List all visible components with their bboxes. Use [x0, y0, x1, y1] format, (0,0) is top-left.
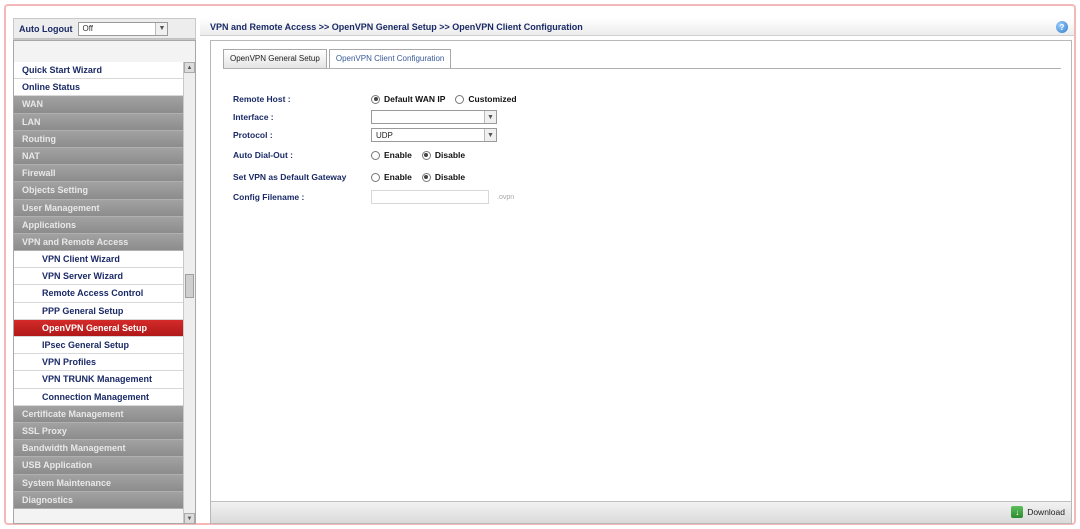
autologout-row: Auto Logout Off ▼: [14, 19, 195, 39]
remote-host-default-radio[interactable]: [371, 94, 380, 104]
autologout-label: Auto Logout: [19, 23, 73, 34]
config-filename-label: Config Filename :: [233, 192, 305, 202]
breadcrumb: VPN and Remote Access >> OpenVPN General…: [210, 22, 583, 32]
sidebar-item-nat[interactable]: NAT: [14, 147, 184, 166]
sidebar-item-firewall[interactable]: Firewall: [14, 165, 184, 183]
remote-host-customized-label: Customized: [468, 94, 517, 104]
gateway-enable-radio[interactable]: [371, 172, 380, 182]
config-filename-control: .ovpn: [371, 190, 514, 204]
remote-host-customized-radio[interactable]: [455, 94, 465, 104]
help-icon[interactable]: ?: [1056, 21, 1068, 33]
chevron-down-icon[interactable]: ▼: [155, 22, 168, 35]
sidebar-item-ppp-general-setup[interactable]: PPP General Setup: [14, 302, 184, 320]
sidebar: Quick Start Wizard Online Status WAN LAN Rou…: [13, 40, 196, 524]
sidebar-item-ipsec-general-setup[interactable]: IPsec General Setup: [14, 337, 184, 355]
sidebar-item-lan[interactable]: LAN: [14, 113, 184, 131]
sidebar-item-vpn-server-wizard[interactable]: VPN Server Wizard: [14, 268, 184, 286]
auto-dial-out-options: Enable Disable: [371, 150, 471, 160]
autologout-value: Off: [82, 24, 94, 33]
sidebar-item-online-status[interactable]: Online Status: [14, 79, 184, 97]
auto-dial-disable-label: Disable: [434, 150, 466, 160]
auto-dial-out-label: Auto Dial-Out :: [233, 150, 293, 160]
sidebar-scrollbar[interactable]: ▲ ▼: [183, 62, 195, 523]
sidebar-item-system-maintenance[interactable]: System Maintenance: [14, 474, 184, 492]
config-filename-input[interactable]: [371, 190, 489, 204]
protocol-label: Protocol :: [233, 130, 273, 140]
sidebar-item-vpn-profiles[interactable]: VPN Profiles: [14, 354, 184, 372]
breadcrumb-bar: VPN and Remote Access >> OpenVPN General…: [200, 18, 1074, 36]
gateway-disable-radio[interactable]: [421, 172, 431, 182]
sidebar-item-connection-management[interactable]: Connection Management: [14, 388, 184, 406]
auto-dial-enable-radio[interactable]: [371, 150, 380, 160]
tab-bar: OpenVPN General Setup OpenVPN Client Con…: [223, 49, 452, 69]
protocol-value: UDP: [376, 130, 393, 140]
interface-control: ▼: [371, 110, 497, 124]
interface-label: Interface :: [233, 112, 274, 122]
sidebar-item-diagnostics[interactable]: Diagnostics: [14, 491, 184, 509]
sidebar-item-usb-application[interactable]: USB Application: [14, 457, 184, 475]
auto-dial-disable-radio[interactable]: [421, 150, 431, 160]
scroll-thumb[interactable]: [185, 274, 194, 298]
default-gateway-options: Enable Disable: [371, 172, 471, 182]
sidebar-item-bandwidth-management[interactable]: Bandwidth Management: [14, 440, 184, 458]
sidebar-item-wan[interactable]: WAN: [14, 96, 184, 114]
gateway-enable-label: Enable: [384, 172, 412, 182]
tab-openvpn-client-configuration[interactable]: OpenVPN Client Configuration: [328, 49, 452, 69]
protocol-control: UDP ▼: [371, 128, 497, 142]
chevron-down-icon[interactable]: ▼: [484, 111, 496, 123]
remote-host-label: Remote Host :: [233, 94, 291, 104]
main-panel: OpenVPN General Setup OpenVPN Client Con…: [210, 40, 1072, 524]
sidebar-item-routing[interactable]: Routing: [14, 130, 184, 148]
sidebar-item-objects-setting[interactable]: Objects Setting: [14, 182, 184, 200]
download-label: Download: [1027, 507, 1065, 517]
download-icon: ↓: [1011, 506, 1024, 518]
download-button[interactable]: ↓ Download: [1011, 506, 1065, 518]
sidebar-item-remote-access-control[interactable]: Remote Access Control: [14, 285, 184, 303]
scroll-up-icon[interactable]: ▲: [184, 62, 195, 73]
sidebar-item-certificate-management[interactable]: Certificate Management: [14, 405, 184, 423]
sidebar-item-vpn-client-wizard[interactable]: VPN Client Wizard: [14, 251, 184, 269]
footer-bar: ↓ Download: [211, 501, 1071, 523]
remote-host-options: Default WAN IP Customized: [371, 94, 523, 104]
default-gateway-label: Set VPN as Default Gateway: [233, 172, 347, 182]
sidebar-item-applications[interactable]: Applications: [14, 216, 184, 234]
gateway-disable-label: Disable: [434, 172, 466, 182]
tab-divider: [223, 68, 1061, 69]
remote-host-default-label: Default WAN IP: [384, 94, 446, 104]
autologout-bar: Auto Logout Off ▼: [13, 18, 196, 40]
sidebar-item-user-management[interactable]: User Management: [14, 199, 184, 217]
sidebar-item-vpn-and-remote-access[interactable]: VPN and Remote Access: [14, 233, 184, 252]
sidebar-item-quick-start-wizard[interactable]: Quick Start Wizard: [14, 62, 184, 80]
scroll-down-icon[interactable]: ▼: [184, 513, 195, 523]
sidebar-item-openvpn-general-setup[interactable]: OpenVPN General Setup: [14, 319, 184, 337]
sidebar-item-vpn-trunk-management[interactable]: VPN TRUNK Management: [14, 371, 184, 389]
auto-dial-enable-label: Enable: [384, 150, 412, 160]
sidebar-item-ssl-proxy[interactable]: SSL Proxy: [14, 422, 184, 441]
autologout-select[interactable]: Off ▼: [78, 21, 169, 36]
interface-select[interactable]: ▼: [371, 110, 497, 124]
config-filename-suffix: .ovpn: [497, 193, 515, 201]
chevron-down-icon[interactable]: ▼: [484, 129, 496, 141]
tab-openvpn-general-setup[interactable]: OpenVPN General Setup: [223, 49, 327, 68]
protocol-select[interactable]: UDP ▼: [371, 128, 497, 142]
sidebar-menu: Quick Start Wizard Online Status WAN LAN Rou…: [14, 62, 184, 509]
